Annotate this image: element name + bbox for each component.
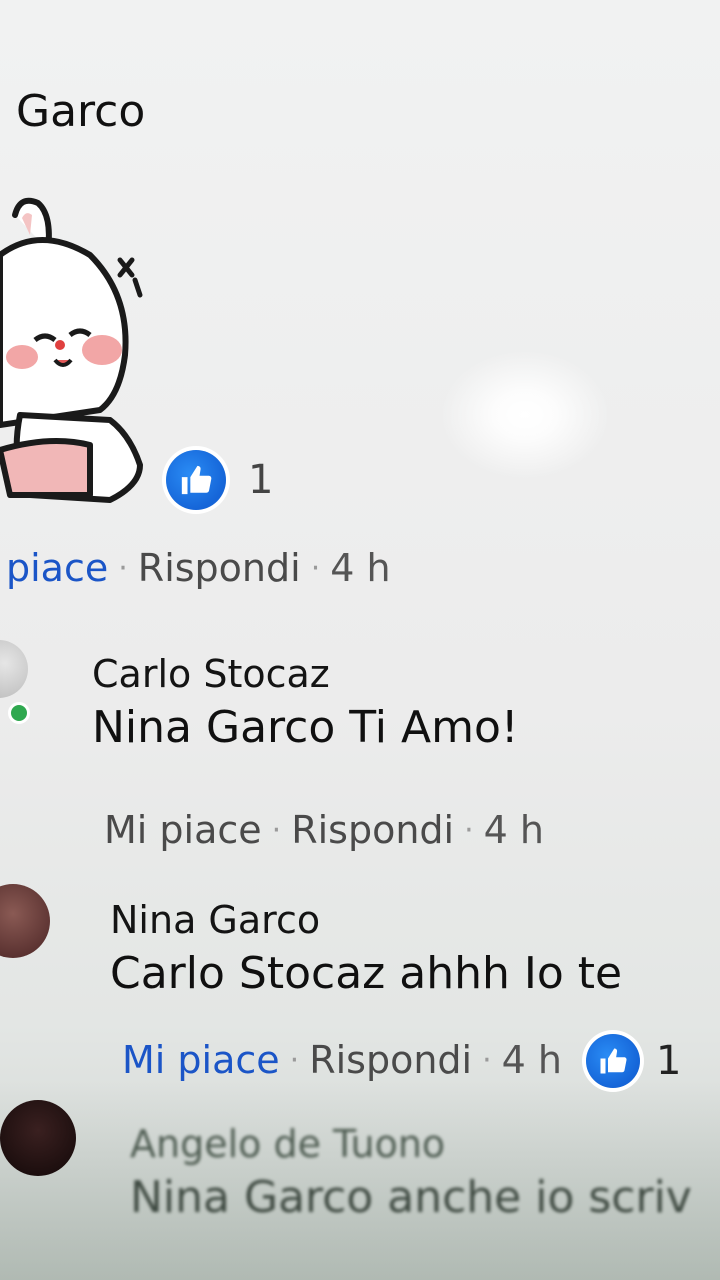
like-button[interactable]: piace bbox=[6, 546, 108, 590]
sticker-reaction-summary[interactable]: 1 bbox=[166, 450, 273, 510]
comment-author-partial[interactable]: Garco bbox=[16, 86, 145, 137]
like-button[interactable]: Mi piace bbox=[104, 808, 262, 852]
separator-dot: · bbox=[118, 550, 128, 586]
timestamp: 4 h bbox=[330, 546, 391, 590]
comment-author[interactable]: Angelo de Tuono bbox=[130, 1122, 692, 1166]
comment-carlo: Carlo Stocaz Nina Garco Ti Amo! bbox=[92, 652, 519, 753]
reaction-count: 1 bbox=[248, 457, 274, 503]
separator-dot: · bbox=[271, 812, 282, 848]
avatar[interactable] bbox=[0, 884, 50, 958]
timestamp: 4 h bbox=[501, 1038, 563, 1082]
avatar[interactable] bbox=[0, 640, 28, 698]
reply-button[interactable]: Rispondi bbox=[309, 1038, 472, 1082]
like-button[interactable]: Mi piace bbox=[122, 1038, 280, 1082]
comment-text: Nina Garco Ti Amo! bbox=[92, 702, 519, 753]
comment-angelo: Angelo de Tuono Nina Garco anche io scri… bbox=[130, 1122, 692, 1223]
screen-glare bbox=[440, 350, 610, 480]
separator-dot: · bbox=[482, 1042, 492, 1078]
sticker-action-bar: piace · Rispondi · 4 h bbox=[6, 546, 391, 590]
reply-button[interactable]: Rispondi bbox=[138, 546, 301, 590]
thumbs-up-icon bbox=[166, 450, 226, 510]
thumbs-up-icon bbox=[586, 1034, 640, 1088]
comment-text: Nina Garco anche io scriv bbox=[130, 1172, 692, 1223]
separator-dot: · bbox=[464, 812, 474, 848]
reaction-count: 1 bbox=[656, 1038, 682, 1084]
avatar[interactable] bbox=[0, 1100, 76, 1176]
comment-author[interactable]: Carlo Stocaz bbox=[92, 652, 519, 696]
reply-button[interactable]: Rispondi bbox=[291, 808, 454, 852]
comment-author[interactable]: Nina Garco bbox=[110, 898, 622, 942]
comment-action-bar: Mi piace · Rispondi · 4 h bbox=[104, 808, 544, 852]
comment-nina: Nina Garco Carlo Stocaz ahhh Io te bbox=[110, 898, 622, 999]
separator-dot: · bbox=[289, 1042, 300, 1078]
comment-text: Carlo Stocaz ahhh Io te bbox=[110, 948, 623, 999]
timestamp: 4 h bbox=[483, 808, 545, 852]
bunny-sticker bbox=[0, 197, 143, 503]
separator-dot: · bbox=[310, 550, 321, 586]
comment-action-bar: Mi piace · Rispondi · 4 h bbox=[122, 1038, 562, 1082]
comment-reaction-summary[interactable]: 1 bbox=[586, 1034, 681, 1088]
online-dot-icon bbox=[8, 702, 30, 724]
